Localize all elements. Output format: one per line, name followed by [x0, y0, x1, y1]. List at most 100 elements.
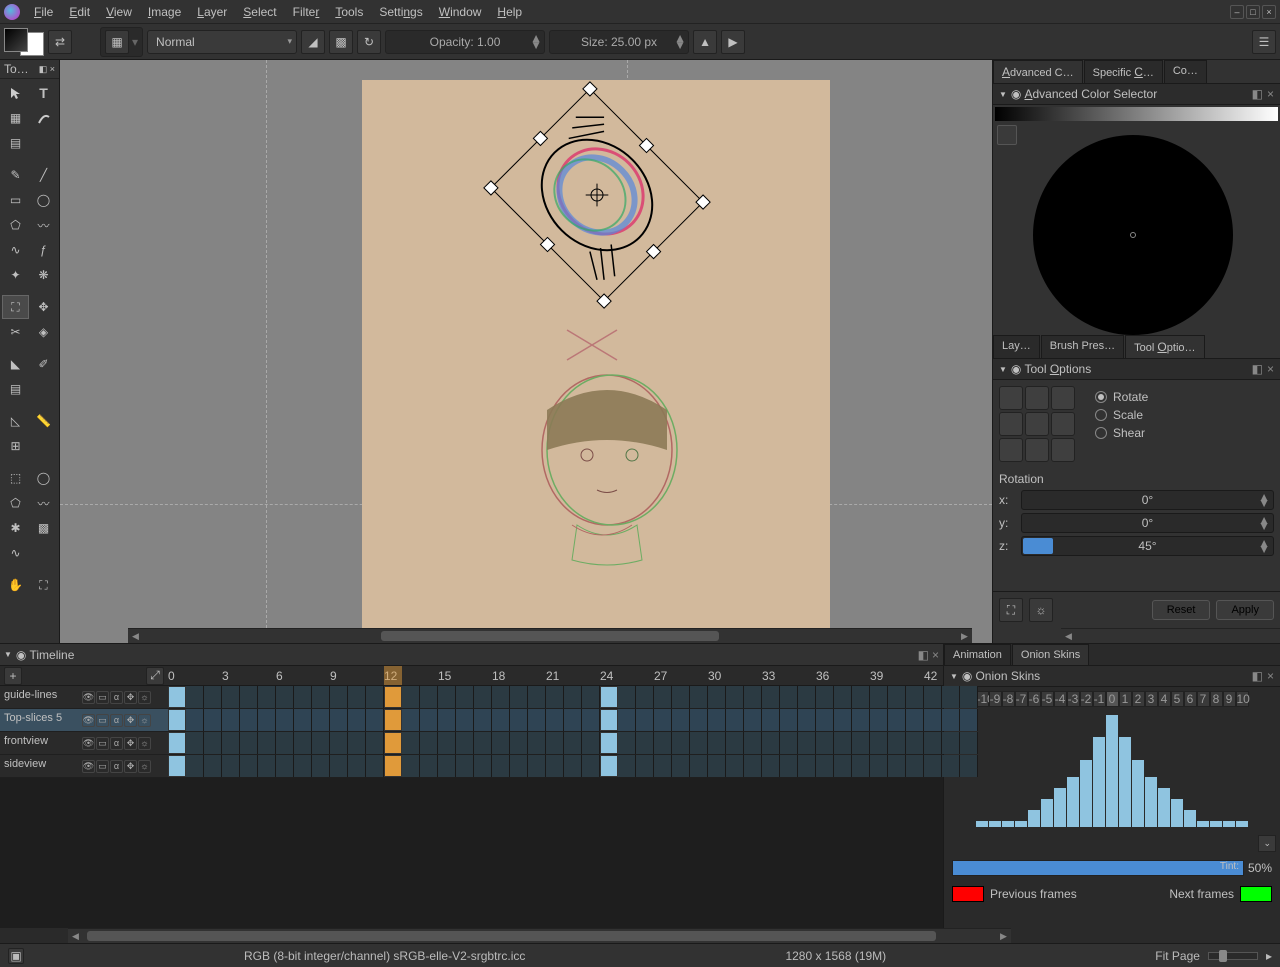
layer-prop-icon[interactable]: ✥ [124, 691, 137, 704]
fg-color-swatch[interactable] [4, 28, 28, 52]
layer-prop-icon[interactable]: ✥ [124, 760, 137, 773]
mirror-v-icon[interactable]: ▶ [721, 30, 745, 54]
layer-prop-icon[interactable]: ☼ [138, 737, 151, 750]
layer-prop-icon[interactable]: 👁 [82, 691, 95, 704]
layer-prop-icon[interactable]: ☼ [138, 714, 151, 727]
workspace-chooser-icon[interactable]: ☰ [1252, 30, 1276, 54]
tool-reference[interactable]: ▤ [2, 131, 29, 155]
layer-prop-icon[interactable]: ☼ [138, 760, 151, 773]
tool-select-similar[interactable]: ▩ [30, 516, 57, 540]
close-panel-icon-2[interactable]: × [1267, 362, 1274, 376]
selection-mask-icon[interactable]: ▣ [8, 948, 24, 964]
onion-opacity-bars[interactable] [944, 711, 1280, 831]
color-swatches[interactable] [4, 28, 44, 56]
menu-view[interactable]: View [98, 2, 140, 22]
tool-text[interactable]: T [30, 81, 57, 105]
tab-specific-color[interactable]: Specific C… [1084, 60, 1163, 83]
onion-frame-ruler[interactable]: -10-9-8-7-6-5-4-3-2-1012345678910 [944, 687, 1280, 711]
menu-image[interactable]: Image [140, 2, 189, 22]
layer-prop-icon[interactable]: ✥ [124, 737, 137, 750]
size-spinbox[interactable]: Size: 25.00 px ▲▼ [549, 30, 689, 54]
zoom-fit-label[interactable]: Fit Page [1155, 949, 1200, 963]
layer-prop-icon[interactable]: ☼ [138, 691, 151, 704]
rotation-x-spinbox[interactable]: 0°▲▼ [1021, 490, 1274, 510]
mode-shear[interactable]: Shear [1095, 426, 1148, 440]
tool-select-freehand[interactable]: 〰 [30, 491, 57, 515]
prev-frames-color[interactable] [952, 886, 984, 902]
mirror-h-icon[interactable]: ▲ [693, 30, 717, 54]
layer-prop-icon[interactable]: 👁 [82, 760, 95, 773]
close-panel-icon[interactable]: × [1267, 87, 1274, 101]
brush-preset-icon[interactable]: ▦ [105, 30, 129, 54]
menu-window[interactable]: Window [431, 2, 490, 22]
layer-prop-icon[interactable]: α [110, 691, 123, 704]
layer-prop-icon[interactable]: α [110, 714, 123, 727]
onion-collapse-icon[interactable]: ⌄ [1258, 835, 1276, 852]
tool-freehand-path[interactable]: ƒ [30, 238, 57, 262]
tool-polyline[interactable]: 〰 [30, 213, 57, 237]
window-minimize-icon[interactable]: – [1230, 5, 1244, 19]
blend-mode-dropdown[interactable]: Normal [147, 30, 297, 54]
mode-rotate[interactable]: Rotate [1095, 390, 1148, 404]
tool-move[interactable]: ✥ [30, 295, 57, 319]
tool-dynamic-brush[interactable]: ✦ [2, 263, 29, 287]
layer-prop-icon[interactable]: ▭ [96, 760, 109, 773]
tab-layers[interactable]: Lay… [993, 335, 1040, 358]
timeline-layer-row[interactable]: sideview👁▭α✥☼ [0, 755, 943, 778]
window-close-icon[interactable]: × [1262, 5, 1276, 19]
tool-ellipse[interactable]: ◯ [30, 188, 57, 212]
tool-gradient[interactable]: ▤ [2, 377, 29, 401]
tool-pattern-edit[interactable]: ▦ [2, 106, 29, 130]
layer-prop-icon[interactable]: ▭ [96, 714, 109, 727]
scroll-left-icon[interactable]: ◀ [128, 629, 143, 643]
float-timeline-icon[interactable]: ◧ [918, 648, 929, 662]
menu-help[interactable]: Help [489, 2, 530, 22]
close-onion-icon[interactable]: × [1267, 669, 1274, 683]
layer-prop-icon[interactable]: 👁 [82, 737, 95, 750]
float-panel-icon-2[interactable]: ◧ [1252, 362, 1263, 376]
menu-settings[interactable]: Settings [371, 2, 430, 22]
rotation-z-spinbox[interactable]: 45°▲▼ [1021, 536, 1274, 556]
next-frames-color[interactable] [1240, 886, 1272, 902]
canvas[interactable] [362, 80, 830, 640]
mode-scale[interactable]: Scale [1095, 408, 1148, 422]
menu-filter[interactable]: Filter [285, 2, 328, 22]
layer-prop-icon[interactable]: 👁 [82, 714, 95, 727]
tool-crop[interactable]: ✂ [2, 320, 29, 344]
tool-select-bezier[interactable]: ∿ [2, 541, 29, 565]
transform-bounds-icon[interactable]: ⛶ [999, 598, 1023, 622]
tint-slider[interactable]: Tint: [952, 860, 1244, 876]
transform-preview-icon[interactable]: ☼ [1029, 598, 1053, 622]
rotation-y-spinbox[interactable]: 0°▲▼ [1021, 513, 1274, 533]
timeline-layer-row[interactable]: frontview👁▭α✥☼ [0, 732, 943, 755]
tool-select-contiguous[interactable]: ✱ [2, 516, 29, 540]
menu-file[interactable]: File [26, 2, 61, 22]
layer-prop-icon[interactable]: ✥ [124, 714, 137, 727]
tool-measure[interactable]: 📏 [30, 409, 57, 433]
menu-select[interactable]: Select [235, 2, 284, 22]
tab-tool-options[interactable]: Tool Optio… [1125, 335, 1204, 358]
tool-color-picker[interactable]: ✐ [30, 352, 57, 376]
layer-prop-icon[interactable]: α [110, 760, 123, 773]
tool-brush[interactable]: ✎ [2, 163, 29, 187]
add-layer-icon[interactable]: + [4, 667, 22, 685]
apply-button[interactable]: Apply [1216, 600, 1274, 620]
tool-select-polygon[interactable]: ⬠ [2, 491, 29, 515]
layer-prop-icon[interactable]: ▭ [96, 691, 109, 704]
reset-button[interactable]: Reset [1152, 600, 1211, 620]
tab-advanced-color[interactable]: Advanced C… [993, 60, 1083, 83]
tool-transform[interactable]: ⛶ [2, 295, 29, 319]
color-history-icon[interactable] [997, 125, 1017, 145]
tool-zoom[interactable]: ⛶ [30, 573, 57, 597]
float-onion-icon[interactable]: ◧ [1252, 669, 1263, 683]
layer-prop-icon[interactable]: α [110, 737, 123, 750]
zoom-in-icon[interactable]: ▸ [1266, 949, 1272, 963]
layer-prop-icon[interactable]: ▭ [96, 737, 109, 750]
tool-bezier[interactable]: ∿ [2, 238, 29, 262]
opacity-spinbox[interactable]: Opacity: 1.00 ▲▼ [385, 30, 545, 54]
alpha-lock-icon[interactable]: ▩ [329, 30, 353, 54]
tool-pan[interactable]: ✋ [2, 573, 29, 597]
value-slider[interactable] [995, 107, 1278, 121]
canvas-scrollbar-h[interactable]: ◀ ▶ [128, 628, 972, 643]
reload-preset-icon[interactable]: ↻ [357, 30, 381, 54]
